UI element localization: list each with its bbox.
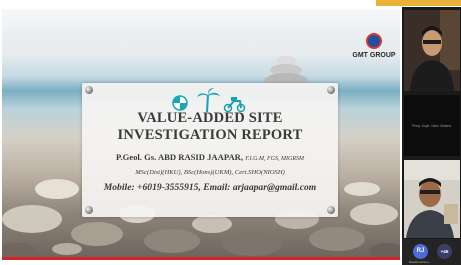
slide-sky [2,9,400,37]
participant-avatar-label: Rasdimetrrkun... [408,260,431,264]
slide-title-line-1: VALUE-ADDED SITE [137,110,283,126]
rivet-icon [327,86,335,94]
beach-ball-icon [172,95,188,111]
author-qualifications: MSc(Dist)(HKU), BSc(Hons)(UKM), Cert.SHO… [135,169,285,176]
participants-panel: Pinoy. Lloyd. Yalve. Matena. RJ +46 Rasd… [402,7,461,265]
participant-video-tile[interactable] [404,160,460,238]
rivet-icon [327,206,335,214]
author-contact: Mobile: +6019-3555915, Email: arjaapar@g… [103,182,317,193]
gmt-group-logo: GMT GROUP [348,33,400,73]
participant-video [404,10,460,91]
more-participants-button[interactable]: +46 [437,244,452,259]
title-panel: VALUE-ADDED SITE INVESTIGATION REPORT P.… [82,83,338,217]
author-name: P.Geol. Gs. ABD RASID JAAPAR, [116,152,244,162]
rivet-icon [85,86,93,94]
logo-text: GMT GROUP [352,52,396,59]
participants-overflow-bar: RJ +46 Rasdimetrrkun... [402,239,461,265]
participant-avatar[interactable]: RJ [413,244,428,259]
palm-tree-icon [197,88,220,113]
participant-video [404,160,460,238]
rivet-icon [85,206,93,214]
author-postnominals: F.I.G.M, FGS, MIGRSM [245,156,304,162]
shared-presentation-slide: GMT GROUP VALUE-ADDED SITE INVESTIGATION… [2,9,400,260]
participant-video-tile[interactable] [404,10,460,91]
top-accent-strip [376,0,461,6]
participant-camera-off-tile[interactable]: Pinoy. Lloyd. Yalve. Matena. [404,95,460,156]
slide-title-line-2: INVESTIGATION REPORT [117,127,303,143]
logo-icon [366,33,382,49]
participant-name: Pinoy. Lloyd. Yalve. Matena. [412,124,452,128]
author-line: P.Geol. Gs. ABD RASID JAAPAR, F.I.G.M, F… [82,152,338,162]
